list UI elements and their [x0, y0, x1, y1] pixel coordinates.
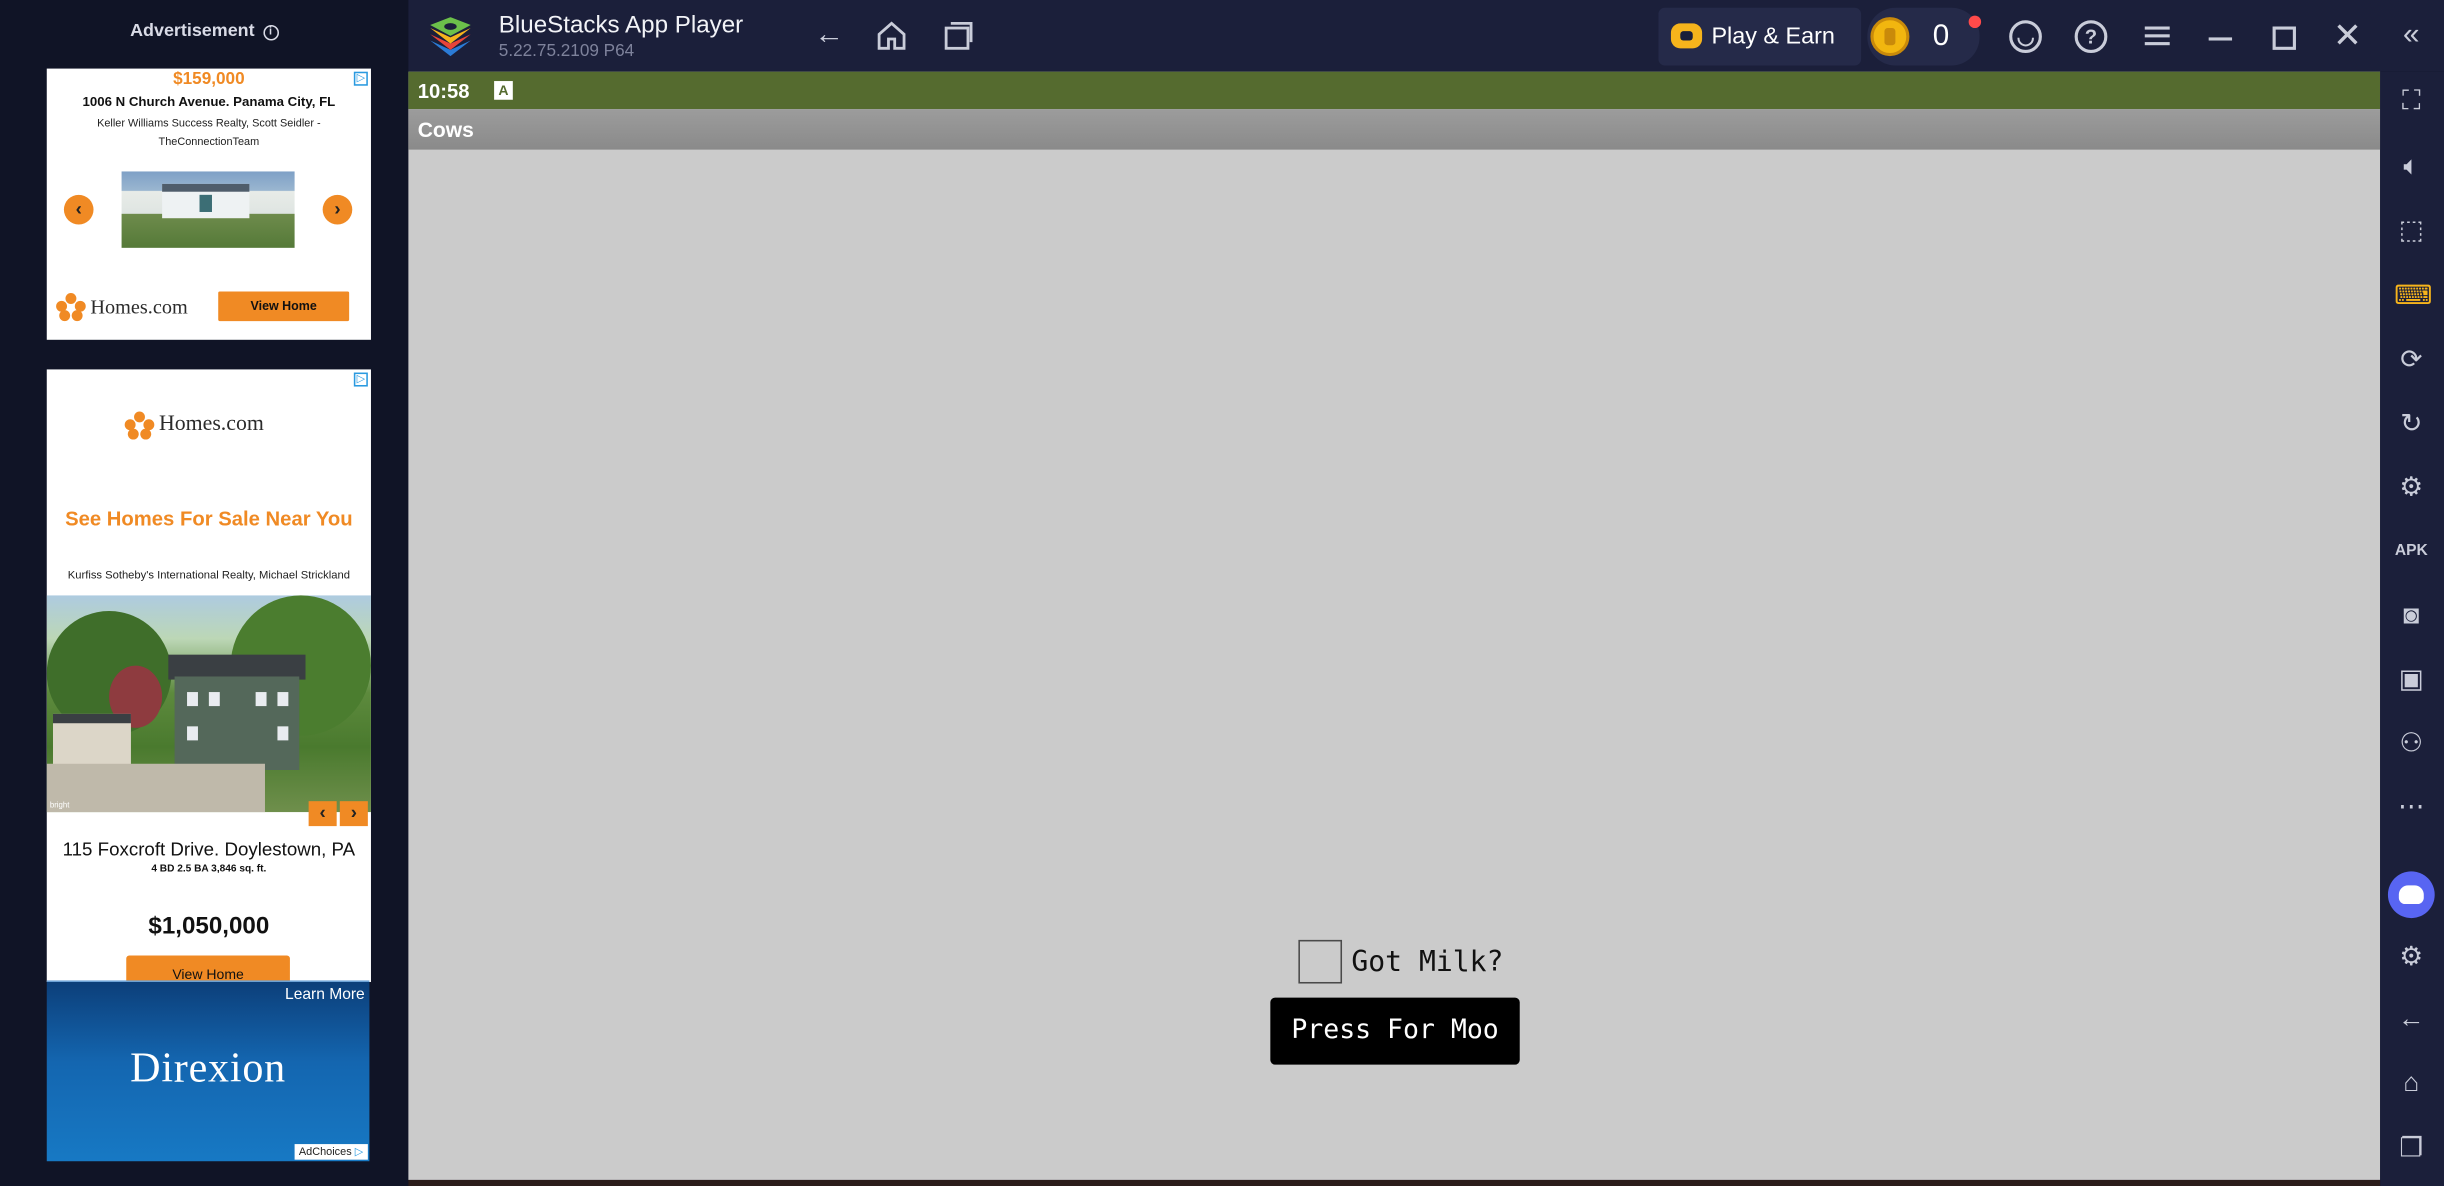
- recent-apps-icon[interactable]: [940, 19, 974, 53]
- homes-logo: Homes.com: [56, 293, 188, 322]
- eco-icon[interactable]: ⚇: [2394, 726, 2428, 760]
- bluestacks-sidebar: ⛶ 🔈︎ ⬚ ⌨ ⟳ ↻ ⚙ APK ◙ ▣ ⚇ ⋯ ⚙ ← ⌂ ❐: [2380, 71, 2444, 1186]
- listing-address: 1006 N Church Avenue. Panama City, FL: [82, 93, 336, 110]
- account-icon[interactable]: ◡: [2009, 20, 2042, 53]
- volume-icon[interactable]: 🔈︎: [2394, 150, 2428, 184]
- cursor-icon[interactable]: ⬚: [2394, 214, 2428, 248]
- gamepad-icon[interactable]: ⚙: [2394, 471, 2428, 505]
- minimize-icon[interactable]: [2208, 37, 2233, 41]
- view-home-button[interactable]: View Home: [218, 291, 350, 322]
- listing-agent: Keller Williams Success Realty, Scott Se…: [97, 118, 321, 149]
- back-icon[interactable]: ←: [812, 19, 846, 53]
- adchoices-badge[interactable]: AdChoices ▷: [294, 1144, 368, 1160]
- homes-flower-icon: [124, 411, 155, 440]
- listing-price: $159,000: [173, 70, 245, 89]
- gamepad-icon: [1670, 23, 1703, 49]
- listing-specs: 4 BD 2.5 BA 3,846 sq. ft.: [151, 863, 267, 875]
- app-title: BlueStacks App Player: [498, 12, 744, 39]
- house-door: [199, 194, 212, 212]
- ad-panel: Advertisement i ▷ $159,000 1006 N Church…: [0, 0, 409, 1186]
- home-icon[interactable]: [874, 19, 908, 53]
- desktop-background-strip: [408, 1179, 2381, 1186]
- got-milk-checkbox[interactable]: [1298, 939, 1343, 984]
- listing-price: $1,050,000: [148, 913, 270, 940]
- notification-a-icon: A: [494, 81, 513, 100]
- homes-listing-ad[interactable]: ▷ $159,000 1006 N Church Avenue. Panama …: [46, 68, 371, 340]
- status-clock: 10:58: [417, 79, 470, 103]
- info-icon[interactable]: i: [262, 24, 279, 41]
- record-icon[interactable]: ▣: [2394, 662, 2428, 696]
- screenshot-icon[interactable]: ◙: [2394, 599, 2428, 633]
- learn-more-link[interactable]: Learn More: [285, 987, 365, 1004]
- rotate-icon[interactable]: ↻: [2394, 407, 2428, 441]
- listing-photo: bright: [46, 595, 371, 813]
- action-bar: Cows: [408, 109, 2381, 150]
- listing-agent: Kurfiss Sotheby's International Realty, …: [67, 567, 350, 582]
- press-for-moo-button[interactable]: Press For Moo: [1270, 997, 1520, 1065]
- maximize-icon[interactable]: [2272, 26, 2296, 50]
- homes-logo: Homes.com: [124, 411, 264, 440]
- android-screen: 10:58 A Cows Got Milk? Press For Moo: [408, 71, 2381, 1180]
- notification-dot: [1968, 15, 1982, 29]
- ad-header: Advertisement i: [0, 22, 408, 41]
- collapse-sidebar-icon[interactable]: «: [2394, 19, 2428, 53]
- play-earn-button[interactable]: Play & Earn: [1658, 7, 1862, 66]
- more-icon[interactable]: ⋯: [2394, 790, 2428, 824]
- listing-photo: [121, 171, 295, 248]
- adchoices-label: AdChoices: [298, 1147, 352, 1159]
- got-milk-checkbox-row[interactable]: Got Milk?: [1298, 939, 1503, 984]
- back-icon[interactable]: ←: [2394, 1002, 2428, 1036]
- homes-flower-icon: [56, 293, 86, 322]
- coin-balance[interactable]: 0: [1867, 7, 1980, 66]
- coin-icon: [1870, 17, 1910, 57]
- page-title: Cows: [417, 118, 474, 142]
- got-milk-label[interactable]: Got Milk?: [1351, 945, 1503, 978]
- next-arrow-icon[interactable]: ›: [322, 194, 353, 225]
- ad-headline: See Homes For Sale Near You: [65, 506, 353, 530]
- next-arrow-icon[interactable]: ›: [339, 801, 368, 827]
- prev-arrow-icon[interactable]: ‹: [308, 801, 337, 827]
- keyboard-icon[interactable]: ⌨: [2394, 279, 2432, 313]
- listing-address: 115 Foxcroft Drive. Doylestown, PA: [62, 838, 356, 861]
- fullscreen-icon[interactable]: ⛶: [2394, 84, 2428, 118]
- direxion-logo: Direxion: [130, 1044, 286, 1092]
- house-image: [174, 676, 300, 770]
- menu-icon[interactable]: [2144, 26, 2170, 46]
- close-icon[interactable]: ✕: [2330, 18, 2364, 53]
- title-bar: BlueStacks App Player 5.22.75.2109 P64 ←…: [408, 0, 2444, 72]
- homes-logo-text: Homes.com: [158, 413, 264, 437]
- coin-count: 0: [1932, 20, 1950, 53]
- adchoices-icon[interactable]: ▷: [353, 372, 368, 387]
- help-icon[interactable]: ?: [2074, 20, 2108, 53]
- homes-search-ad[interactable]: ▷ Homes.com See Homes For Sale Near You …: [46, 369, 371, 982]
- prev-arrow-icon[interactable]: ‹: [63, 194, 94, 225]
- adchoices-icon: ▷: [354, 1147, 364, 1159]
- recents-icon[interactable]: ❐: [2394, 1132, 2428, 1166]
- ad-header-label: Advertisement: [130, 21, 255, 41]
- bluestacks-logo-icon: [430, 17, 471, 57]
- view-home-button[interactable]: View Home: [126, 955, 290, 982]
- photo-credit: bright: [49, 801, 70, 811]
- settings-icon[interactable]: ⚙: [2394, 940, 2428, 974]
- direxion-ad[interactable]: Learn More Direxion AdChoices ▷: [46, 980, 370, 1162]
- home-icon[interactable]: ⌂: [2394, 1066, 2428, 1100]
- apk-icon[interactable]: APK: [2394, 535, 2428, 569]
- status-bar: 10:58 A: [408, 71, 2381, 110]
- app-version: 5.22.75.2109 P64: [498, 42, 635, 61]
- homes-logo-text: Homes.com: [90, 294, 188, 318]
- discord-icon[interactable]: [2387, 871, 2435, 919]
- play-earn-label: Play & Earn: [1711, 23, 1835, 50]
- macro-icon[interactable]: ⟳: [2394, 343, 2428, 377]
